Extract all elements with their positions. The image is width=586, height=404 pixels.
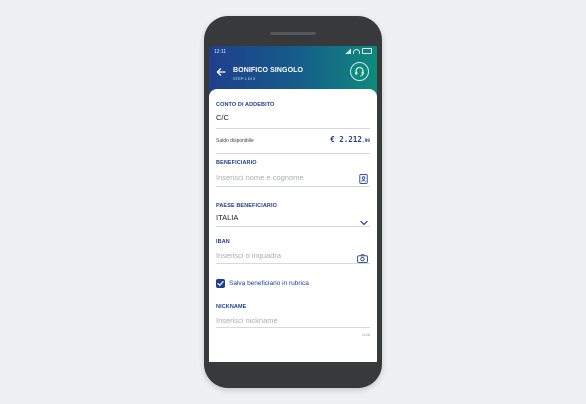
wifi-icon: [353, 48, 360, 54]
beneficiario-input[interactable]: Inserisci nome e cognome: [216, 173, 304, 182]
nickname-input[interactable]: Inserisci nickname: [216, 316, 278, 325]
paese-select[interactable]: ITALIA: [216, 213, 238, 222]
conto-label: CONTO DI ADDEBITO: [216, 102, 275, 108]
contacts-book-icon: [359, 174, 368, 184]
app-screen: 12:11 BONIFICO SINGOLO STEP 1 DI 3 CONTO…: [209, 46, 377, 362]
nickname-label: NICKNAME: [216, 304, 247, 310]
status-icons: [345, 48, 372, 54]
back-button[interactable]: [216, 67, 226, 80]
conto-divider: [216, 128, 370, 129]
iban-label: IBAN: [216, 239, 230, 245]
saldo-amount: € 2.212: [330, 135, 362, 144]
support-button[interactable]: [350, 62, 369, 81]
arrow-left-icon: [216, 68, 226, 76]
nickname-underline: [216, 327, 370, 328]
headset-icon: [355, 67, 364, 77]
battery-icon: [362, 48, 372, 54]
beneficiario-underline: [216, 186, 370, 187]
camera-icon: [357, 254, 368, 263]
salva-checkbox[interactable]: [216, 279, 225, 288]
check-icon: [217, 281, 224, 287]
saldo-cents: ,99: [361, 139, 370, 144]
page-title: BONIFICO SINGOLO: [233, 67, 304, 74]
saldo-value: € 2.212,99: [330, 135, 370, 144]
phone-frame: 12:11 BONIFICO SINGOLO STEP 1 DI 3 CONTO…: [204, 16, 382, 388]
saldo-label: Saldo disponibile: [216, 138, 254, 144]
phone-speaker: [270, 32, 316, 35]
salva-label[interactable]: Salva beneficiario in rubrica: [229, 280, 309, 287]
nickname-char-counter: 0/46: [362, 332, 370, 337]
beneficiario-label: BENEFICIARIO: [216, 160, 257, 166]
paese-underline: [216, 226, 370, 227]
paese-label: PAESE BENEFICIARIO: [216, 203, 277, 209]
conto-value[interactable]: C/C: [216, 113, 229, 122]
transfer-form: CONTO DI ADDEBITO C/C Saldo disponibile …: [209, 89, 377, 362]
scan-iban-button[interactable]: [357, 250, 368, 268]
step-indicator: STEP 1 DI 3: [233, 76, 256, 81]
paese-dropdown-toggle[interactable]: [360, 213, 368, 231]
signal-icon: [345, 48, 351, 54]
iban-input[interactable]: Inserisci o inquadra: [216, 251, 281, 260]
status-bar: 12:11: [214, 48, 372, 56]
iban-underline: [216, 263, 370, 264]
status-time: 12:11: [214, 49, 227, 55]
saldo-divider: [216, 153, 370, 154]
